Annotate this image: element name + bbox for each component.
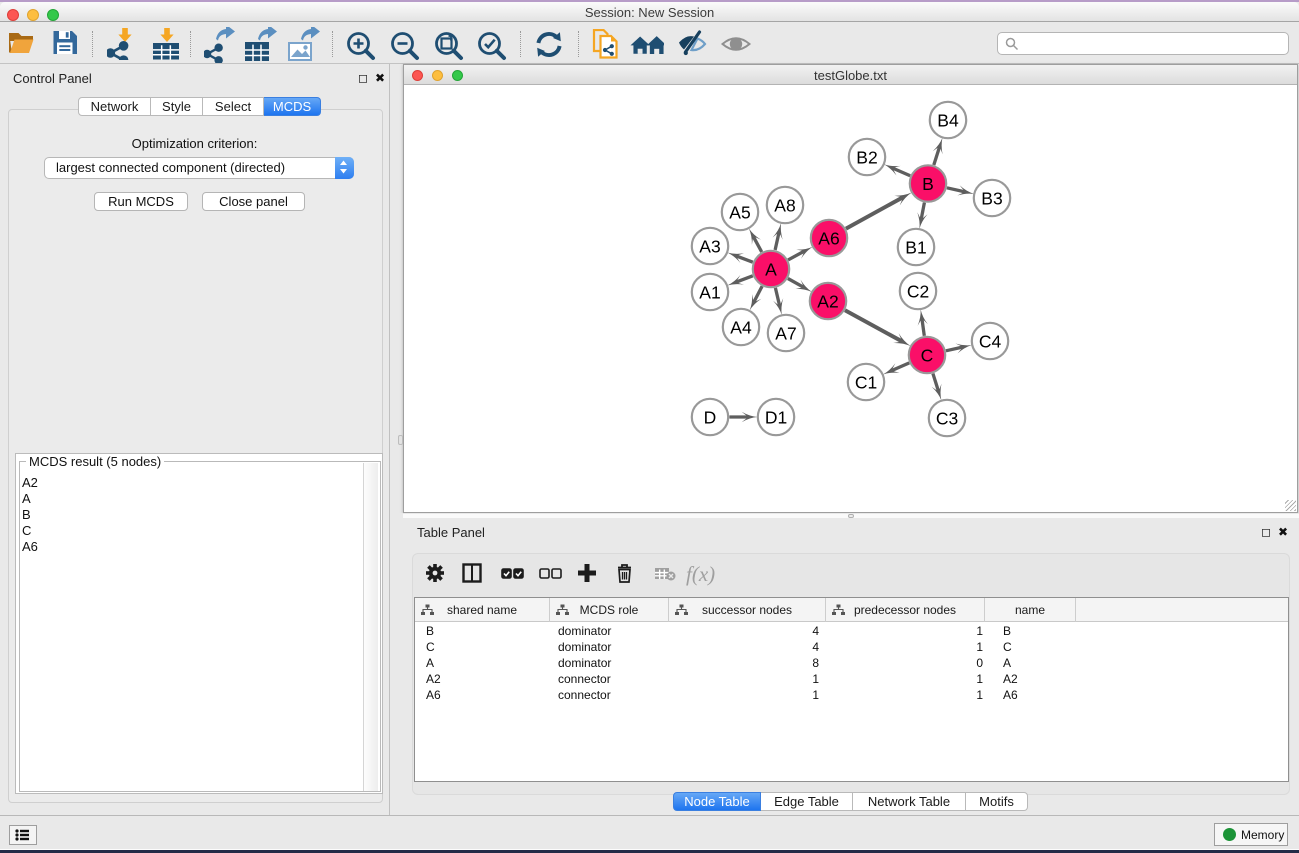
svg-text:A2: A2: [817, 292, 838, 312]
svg-text:D: D: [704, 408, 717, 428]
svg-text:A6: A6: [818, 229, 839, 249]
svg-text:B1: B1: [905, 238, 926, 258]
svg-text:A8: A8: [774, 196, 795, 216]
svg-text:D1: D1: [765, 408, 787, 428]
svg-text:A3: A3: [699, 237, 720, 257]
svg-text:A5: A5: [729, 203, 750, 223]
svg-text:C: C: [921, 346, 934, 366]
svg-text:C2: C2: [907, 282, 929, 302]
svg-text:C3: C3: [936, 409, 958, 429]
svg-text:A1: A1: [699, 283, 720, 303]
svg-text:C4: C4: [979, 332, 1002, 352]
svg-text:A4: A4: [730, 318, 752, 338]
svg-text:B3: B3: [981, 189, 1002, 209]
svg-text:B: B: [922, 174, 934, 194]
svg-text:A: A: [765, 260, 777, 280]
svg-text:B4: B4: [937, 111, 959, 131]
svg-text:A7: A7: [775, 324, 796, 344]
svg-text:C1: C1: [855, 373, 877, 393]
svg-text:B2: B2: [856, 148, 877, 168]
